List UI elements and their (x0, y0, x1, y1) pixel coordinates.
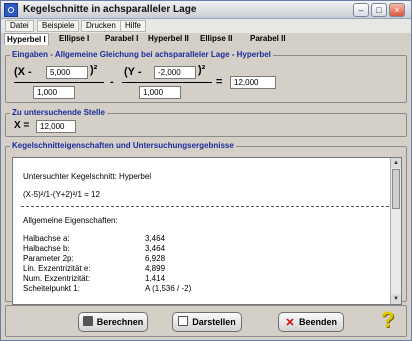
result-label: Halbachse a: (23, 234, 70, 243)
result-label: Halbachse b: (23, 244, 70, 253)
scroll-up-icon[interactable]: ▲ (391, 158, 401, 168)
result-label: Parameter 2p: (23, 254, 74, 263)
menu-bar: Datei Beispiele Drucken Hilfe (1, 19, 411, 33)
general-properties-title: Allgemeine Eigenschaften: (23, 216, 118, 225)
menu-beispiele[interactable]: Beispiele (37, 20, 80, 32)
result-value: 3,464 (145, 234, 166, 243)
result-value: 6,928 (145, 254, 166, 263)
tab-ellipse-2[interactable]: Ellipse II (198, 33, 234, 45)
title-bar: Kegelschnitte in achsparalleler Lage – □… (1, 1, 411, 19)
x-shift-input[interactable]: 5,000 (46, 66, 88, 79)
plot-label: Darstellen (192, 317, 236, 327)
x-term-label: (X - (14, 66, 32, 78)
result-value: 1,414 (145, 274, 166, 283)
equals-sign: = (216, 76, 223, 88)
equation-group-legend: Eingaben - Allgemeine Gleichung bei achs… (10, 50, 273, 59)
tab-parabel-2[interactable]: Parabel II (248, 33, 288, 45)
scroll-down-icon[interactable]: ▼ (391, 294, 401, 304)
tab-hyperbel-2[interactable]: Hyperbel II (146, 33, 191, 45)
y-shift-input[interactable]: -2,000 (154, 66, 196, 79)
y-term-label: (Y - (124, 66, 142, 78)
menu-drucken[interactable]: Drucken (81, 20, 121, 32)
exit-button[interactable]: ✕ Beenden (278, 312, 344, 332)
calculate-button[interactable]: Berechnen (78, 312, 148, 332)
y-denominator-input[interactable]: 1,000 (139, 86, 181, 99)
x-denominator-input[interactable]: 1,000 (33, 86, 75, 99)
tab-bar: Hyperbel I Ellipse I Parabel I Hyperbel … (1, 33, 411, 45)
maximize-icon[interactable]: □ (371, 3, 387, 17)
minimize-icon[interactable]: – (353, 3, 369, 17)
close-icon[interactable]: × (389, 3, 405, 17)
result-label: Scheitelpunkt 1: (23, 284, 80, 293)
point-x-input[interactable]: 12,000 (36, 120, 76, 133)
window-title: Kegelschnitte in achsparalleler Lage (23, 4, 197, 15)
tab-hyperbel-1[interactable]: Hyperbel I (4, 33, 49, 45)
cancel-icon: ✕ (285, 317, 295, 329)
help-icon[interactable]: ? (381, 307, 394, 333)
results-scrollbar[interactable]: ▲ ▼ (390, 158, 401, 304)
equation-group: Eingaben - Allgemeine Gleichung bei achs… (5, 50, 407, 103)
x-fraction-line (14, 82, 104, 83)
calculator-icon (82, 316, 93, 326)
plot-button[interactable]: Darstellen (172, 312, 242, 332)
results-separator (21, 206, 389, 207)
x-term-close: )² (90, 64, 98, 76)
result-value: A (1,536 / -2) (145, 284, 192, 293)
minus-sign: - (110, 76, 114, 88)
scroll-thumb[interactable] (392, 169, 400, 209)
calculate-label: Berechnen (96, 317, 144, 327)
result-label: Num. Exzentrizität: (23, 274, 91, 283)
exit-label: Beenden (298, 317, 337, 327)
tab-ellipse-1[interactable]: Ellipse I (57, 33, 91, 45)
rhs-input[interactable]: 12,000 (230, 76, 276, 89)
menu-hilfe[interactable]: Hilfe (120, 20, 147, 32)
y-fraction-line (122, 82, 212, 83)
results-textbox[interactable]: Untersuchter Kegelschnitt: Hyperbel (X-5… (12, 157, 402, 305)
tab-parabel-1[interactable]: Parabel I (103, 33, 140, 45)
result-value: 4,899 (145, 264, 166, 273)
app-icon (4, 3, 18, 17)
point-x-label: X = (14, 120, 30, 131)
button-bar: Berechnen Darstellen ✕ Beenden (5, 305, 407, 337)
result-value: 3,464 (145, 244, 166, 253)
results-group-legend: Kegelschnitteigenschaften und Untersuchu… (10, 141, 236, 150)
menu-datei[interactable]: Datei (5, 20, 34, 32)
results-heading: Untersuchter Kegelschnitt: Hyperbel (23, 172, 152, 181)
chart-icon (178, 316, 189, 326)
results-group: Kegelschnitteigenschaften und Untersuchu… (5, 141, 407, 305)
point-group-legend: Zu untersuchende Stelle (10, 108, 107, 117)
result-label: Lin. Exzentrizität e: (23, 264, 91, 273)
results-equation: (X-5)²/1-(Y+2)²/1 = 12 (23, 190, 100, 199)
y-term-close: )² (198, 64, 206, 76)
point-group: Zu untersuchende Stelle X = 12,000 (5, 108, 407, 137)
app-window: Kegelschnitte in achsparalleler Lage – □… (0, 0, 412, 341)
